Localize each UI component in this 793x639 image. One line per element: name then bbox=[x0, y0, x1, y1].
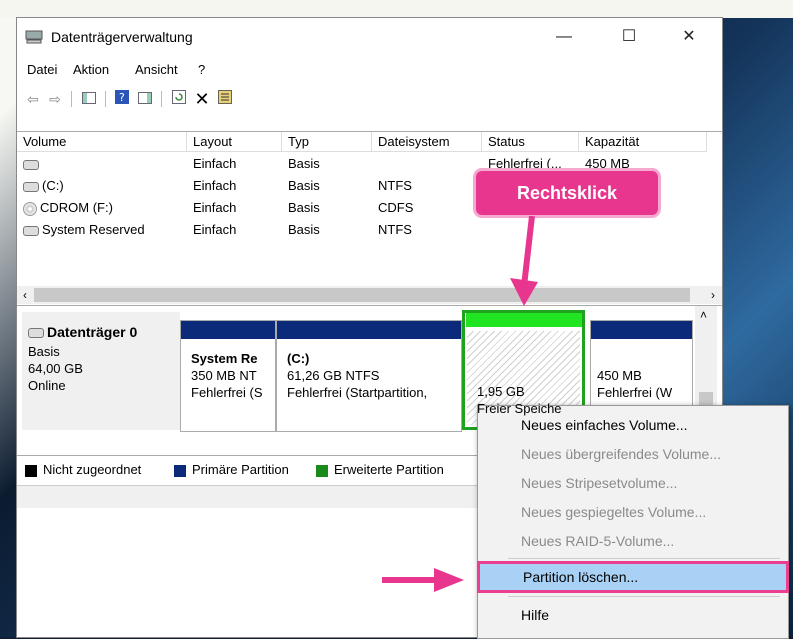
partition-status: Fehlerfrei (W bbox=[597, 385, 673, 400]
column-header-layout[interactable]: Layout bbox=[187, 132, 282, 152]
top-strip bbox=[0, 0, 793, 18]
menu-separator bbox=[508, 558, 780, 559]
volume-name: (C:) bbox=[42, 178, 64, 193]
callout-arrow-icon bbox=[510, 216, 538, 306]
partition-size: 61,26 GB NTFS bbox=[287, 368, 380, 383]
forward-arrow-icon[interactable]: ⇨ bbox=[45, 88, 65, 110]
menu-help[interactable]: ? bbox=[198, 62, 205, 77]
partition-status: Fehlerfrei (Startpartition, bbox=[287, 385, 428, 400]
partition-size: 1,95 GB bbox=[477, 384, 525, 399]
toolbar-separator bbox=[105, 91, 106, 107]
menu-item-new-spanned-volume[interactable]: Neues übergreifendes Volume... bbox=[478, 441, 788, 467]
disk-size: 64,00 GB bbox=[28, 361, 83, 376]
legend-label: Primäre Partition bbox=[192, 462, 289, 477]
refresh-icon[interactable] bbox=[169, 88, 189, 110]
partition-name: (C:) bbox=[287, 351, 310, 366]
layout-cell: Einfach bbox=[193, 156, 237, 171]
menu-datei[interactable]: Datei bbox=[27, 62, 57, 77]
disk-label[interactable]: Datenträger 0 Basis 64,00 GB Online bbox=[22, 312, 180, 430]
fs-cell: CDFS bbox=[378, 200, 414, 215]
partition-bar bbox=[277, 321, 461, 339]
menu-bar: Datei Aktion Ansicht ? bbox=[17, 60, 722, 80]
scroll-right-icon[interactable]: › bbox=[705, 286, 721, 304]
legend-swatch-unallocated bbox=[25, 465, 37, 477]
column-header-typ[interactable]: Typ bbox=[282, 132, 372, 152]
layout-cell: Einfach bbox=[193, 222, 237, 237]
minimize-button[interactable]: — bbox=[542, 24, 586, 50]
horizontal-scrollbar[interactable]: ‹ › bbox=[17, 286, 722, 304]
maximize-button[interactable]: ☐ bbox=[607, 24, 651, 50]
rechtsklick-callout: Rechtsklick bbox=[473, 168, 661, 218]
legend-label: Nicht zugeordnet bbox=[43, 462, 142, 477]
drive-icon bbox=[23, 181, 39, 192]
title-bar: Datenträgerverwaltung — ☐ ✕ bbox=[17, 18, 722, 54]
toolbar: ⇦ ⇨ ? ✕ bbox=[17, 88, 722, 112]
context-menu: Neues einfaches Volume... Neues übergrei… bbox=[477, 405, 789, 639]
toolbar-separator bbox=[71, 91, 72, 107]
partition-bar bbox=[181, 321, 275, 339]
toolbar-separator bbox=[161, 91, 162, 107]
pointer-arrow-icon bbox=[382, 568, 464, 592]
partition-status: Fehlerfrei (S bbox=[191, 385, 263, 400]
layout-cell: Einfach bbox=[193, 200, 237, 215]
back-arrow-icon[interactable]: ⇦ bbox=[23, 88, 43, 110]
disk-title: Datenträger 0 bbox=[28, 324, 137, 340]
fs-cell: NTFS bbox=[378, 178, 412, 193]
drive-icon bbox=[28, 328, 44, 339]
menu-item-new-raid5-volume[interactable]: Neues RAID-5-Volume... bbox=[478, 528, 788, 554]
scroll-up-icon[interactable]: ˄ bbox=[700, 308, 707, 322]
table-row[interactable]: System Reserved Einfach Basis NTFS bbox=[17, 220, 722, 240]
typ-cell: Basis bbox=[288, 200, 320, 215]
typ-cell: Basis bbox=[288, 178, 320, 193]
column-header-status[interactable]: Status bbox=[482, 132, 579, 152]
column-header-volume[interactable]: Volume bbox=[17, 132, 187, 152]
menu-item-delete-partition[interactable]: Partition löschen... bbox=[477, 561, 789, 593]
partition-size: 350 MB NT bbox=[191, 368, 257, 383]
disk-type: Basis bbox=[28, 344, 60, 359]
partition-bar bbox=[591, 321, 692, 339]
menu-item-help[interactable]: Hilfe bbox=[478, 602, 788, 628]
layout-cell: Einfach bbox=[193, 178, 237, 193]
cd-drive-icon bbox=[23, 201, 37, 216]
menu-separator bbox=[508, 596, 780, 597]
checklist-icon[interactable] bbox=[215, 88, 235, 110]
drive-icon bbox=[23, 159, 39, 170]
svg-text:?: ? bbox=[119, 91, 125, 104]
volume-name: CDROM (F:) bbox=[40, 200, 113, 215]
menu-item-new-striped-volume[interactable]: Neues Stripesetvolume... bbox=[478, 470, 788, 496]
partition-system-reserved[interactable]: System Re 350 MB NT Fehlerfrei (S bbox=[180, 320, 276, 432]
disk-state: Online bbox=[28, 378, 66, 393]
menu-item-new-mirrored-volume[interactable]: Neues gespiegeltes Volume... bbox=[478, 499, 788, 525]
partition-size: 450 MB bbox=[597, 368, 642, 383]
column-header-dateisystem[interactable]: Dateisystem bbox=[372, 132, 482, 152]
properties-icon[interactable] bbox=[135, 88, 155, 110]
window-title: Datenträgerverwaltung bbox=[51, 29, 193, 45]
disk-management-icon bbox=[25, 30, 43, 44]
typ-cell: Basis bbox=[288, 222, 320, 237]
column-header-kapazitaet[interactable]: Kapazität bbox=[579, 132, 707, 152]
legend-label: Erweiterte Partition bbox=[334, 462, 444, 477]
delete-icon[interactable]: ✕ bbox=[192, 88, 212, 110]
drive-icon bbox=[23, 225, 39, 236]
partition-name: System Re bbox=[191, 351, 258, 366]
scroll-left-icon[interactable]: ‹ bbox=[17, 286, 33, 304]
scrollbar-thumb[interactable] bbox=[34, 288, 690, 302]
close-button[interactable]: ✕ bbox=[667, 24, 711, 50]
partition-status: Freier Speiche bbox=[477, 401, 562, 416]
menu-aktion[interactable]: Aktion bbox=[73, 62, 109, 77]
partition-c[interactable]: (C:) 61,26 GB NTFS Fehlerfrei (Startpart… bbox=[276, 320, 462, 432]
typ-cell: Basis bbox=[288, 156, 320, 171]
fs-cell: NTFS bbox=[378, 222, 412, 237]
menu-ansicht[interactable]: Ansicht bbox=[135, 62, 178, 77]
console-tree-icon[interactable] bbox=[79, 88, 99, 110]
legend-swatch-extended bbox=[316, 465, 328, 477]
legend-swatch-primary bbox=[174, 465, 186, 477]
help-icon[interactable]: ? bbox=[112, 88, 132, 110]
volume-name: System Reserved bbox=[42, 222, 145, 237]
